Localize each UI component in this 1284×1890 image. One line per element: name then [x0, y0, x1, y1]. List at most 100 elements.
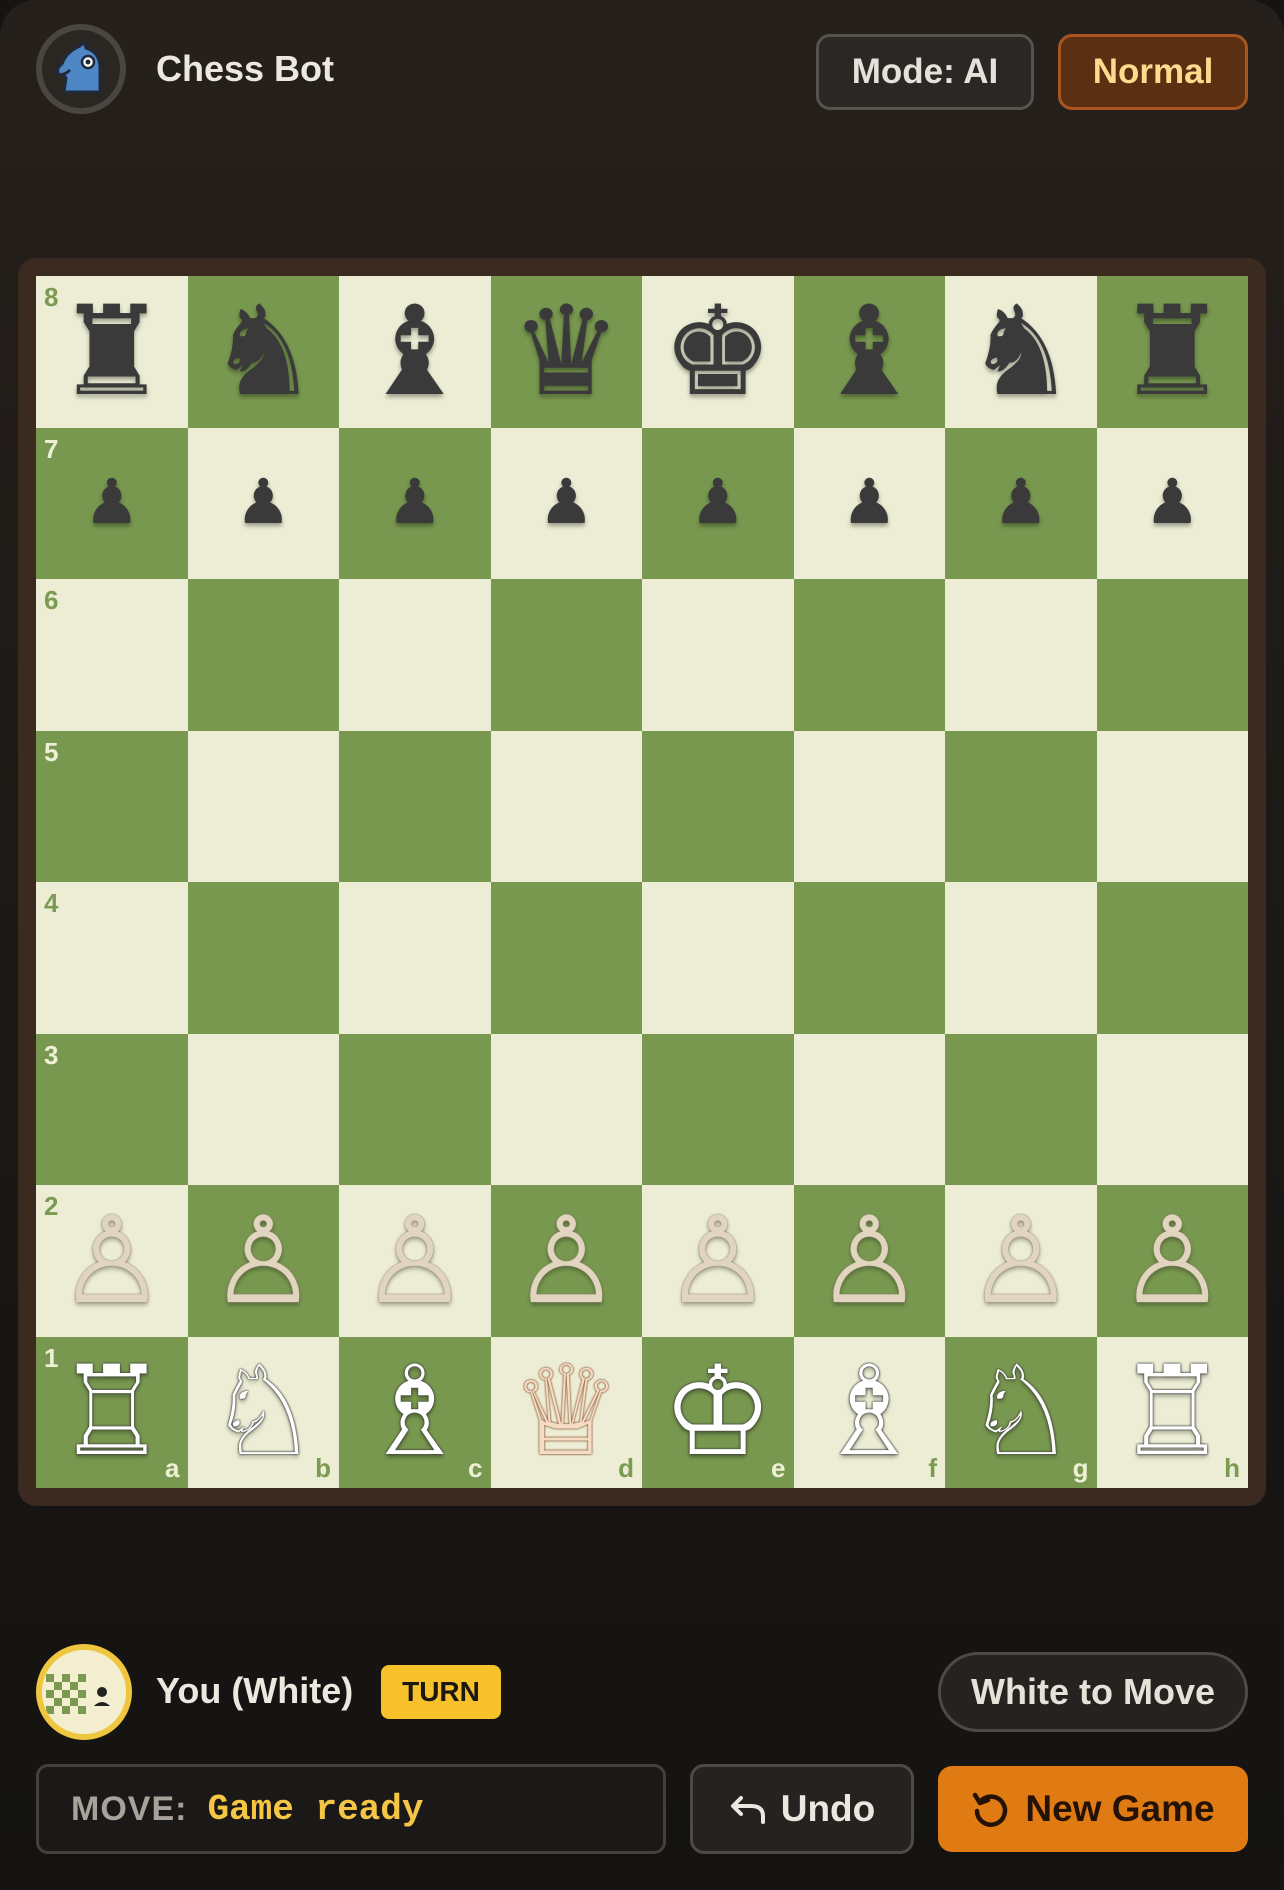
square-h1[interactable]: h ♖	[1096, 1336, 1248, 1488]
square-b6[interactable]	[187, 579, 339, 731]
square-b7[interactable]: ♟	[187, 427, 339, 579]
white-queen[interactable]: ♕	[511, 1350, 622, 1474]
black-pawn[interactable]: ♟	[841, 472, 897, 534]
square-e4[interactable]	[642, 882, 794, 1034]
square-e7[interactable]: ♟	[642, 427, 794, 579]
black-pawn[interactable]: ♟	[1144, 472, 1200, 534]
square-g8[interactable]: ♞	[945, 276, 1097, 428]
black-pawn[interactable]: ♟	[993, 472, 1049, 534]
square-b8[interactable]: ♞	[187, 276, 339, 428]
square-h5[interactable]	[1096, 730, 1248, 882]
square-f2[interactable]: ♙	[793, 1185, 945, 1337]
square-g3[interactable]	[945, 1033, 1097, 1185]
square-f4[interactable]	[793, 882, 945, 1034]
square-e1[interactable]: e ♔	[642, 1336, 794, 1488]
square-e3[interactable]	[642, 1033, 794, 1185]
square-d5[interactable]	[490, 730, 642, 882]
square-a4[interactable]: 4	[36, 882, 188, 1034]
square-f3[interactable]	[793, 1033, 945, 1185]
black-knight[interactable]: ♞	[208, 290, 319, 414]
square-h6[interactable]	[1096, 579, 1248, 731]
black-rook[interactable]: ♜	[56, 290, 167, 414]
square-a2[interactable]: 2 ♙	[36, 1185, 188, 1337]
square-g6[interactable]	[945, 579, 1097, 731]
square-c5[interactable]	[339, 730, 491, 882]
black-pawn[interactable]: ♟	[235, 472, 291, 534]
white-king[interactable]: ♔	[662, 1350, 773, 1474]
square-h2[interactable]: ♙	[1096, 1185, 1248, 1337]
square-b3[interactable]	[187, 1033, 339, 1185]
square-a7[interactable]: 7 ♟	[36, 427, 188, 579]
square-h8[interactable]: ♜	[1096, 276, 1248, 428]
square-d8[interactable]: ♛	[490, 276, 642, 428]
square-c8[interactable]: ♝	[339, 276, 491, 428]
white-rook[interactable]: ♖	[56, 1350, 167, 1474]
square-c1[interactable]: c ♗	[339, 1336, 491, 1488]
square-c4[interactable]	[339, 882, 491, 1034]
black-king[interactable]: ♚	[662, 290, 773, 414]
new-game-button[interactable]: New Game	[938, 1766, 1248, 1852]
square-g1[interactable]: g ♘	[945, 1336, 1097, 1488]
square-h3[interactable]	[1096, 1033, 1248, 1185]
square-g4[interactable]	[945, 882, 1097, 1034]
square-g7[interactable]: ♟	[945, 427, 1097, 579]
black-pawn[interactable]: ♟	[84, 472, 140, 534]
square-b5[interactable]	[187, 730, 339, 882]
chess-board[interactable]: 8 ♜ ♞ ♝ ♛ ♚ ♝ ♞ ♜ 7 ♟ ♟ ♟ ♟ ♟ ♟ ♟ ♟ 6 5 4 3 2 ♙ ♙ ♙ ♙ ♙ ♙ ♙ ♙ 1 a ♖ b ♘ c ♗ d ♕…	[36, 276, 1248, 1488]
square-a8[interactable]: 8 ♜	[36, 276, 188, 428]
square-c3[interactable]	[339, 1033, 491, 1185]
white-pawn[interactable]: ♙	[815, 1201, 923, 1321]
square-b2[interactable]: ♙	[187, 1185, 339, 1337]
black-knight[interactable]: ♞	[965, 290, 1076, 414]
square-d4[interactable]	[490, 882, 642, 1034]
square-e8[interactable]: ♚	[642, 276, 794, 428]
white-knight[interactable]: ♘	[965, 1350, 1076, 1474]
square-a1[interactable]: 1 a ♖	[36, 1336, 188, 1488]
square-g2[interactable]: ♙	[945, 1185, 1097, 1337]
square-c6[interactable]	[339, 579, 491, 731]
black-bishop[interactable]: ♝	[814, 290, 925, 414]
square-h4[interactable]	[1096, 882, 1248, 1034]
white-pawn[interactable]: ♙	[967, 1201, 1075, 1321]
black-queen[interactable]: ♛	[511, 290, 622, 414]
square-d1[interactable]: d ♕	[490, 1336, 642, 1488]
square-f6[interactable]	[793, 579, 945, 731]
black-rook[interactable]: ♜	[1117, 290, 1228, 414]
white-pawn[interactable]: ♙	[512, 1201, 620, 1321]
square-g5[interactable]	[945, 730, 1097, 882]
white-pawn[interactable]: ♙	[209, 1201, 317, 1321]
square-d3[interactable]	[490, 1033, 642, 1185]
square-a6[interactable]: 6	[36, 579, 188, 731]
square-b4[interactable]	[187, 882, 339, 1034]
white-pawn[interactable]: ♙	[664, 1201, 772, 1321]
difficulty-button[interactable]: Normal	[1058, 34, 1248, 110]
square-a3[interactable]: 3	[36, 1033, 188, 1185]
square-d2[interactable]: ♙	[490, 1185, 642, 1337]
black-bishop[interactable]: ♝	[359, 290, 470, 414]
square-a5[interactable]: 5	[36, 730, 188, 882]
square-d6[interactable]	[490, 579, 642, 731]
square-c7[interactable]: ♟	[339, 427, 491, 579]
white-pawn[interactable]: ♙	[1118, 1201, 1226, 1321]
square-e6[interactable]	[642, 579, 794, 731]
black-pawn[interactable]: ♟	[538, 472, 594, 534]
white-pawn[interactable]: ♙	[58, 1201, 166, 1321]
square-e2[interactable]: ♙	[642, 1185, 794, 1337]
white-bishop[interactable]: ♗	[814, 1350, 925, 1474]
square-h7[interactable]: ♟	[1096, 427, 1248, 579]
undo-button[interactable]: Undo	[690, 1764, 914, 1854]
square-d7[interactable]: ♟	[490, 427, 642, 579]
square-e5[interactable]	[642, 730, 794, 882]
black-pawn[interactable]: ♟	[387, 472, 443, 534]
white-knight[interactable]: ♘	[208, 1350, 319, 1474]
white-pawn[interactable]: ♙	[361, 1201, 469, 1321]
square-f1[interactable]: f ♗	[793, 1336, 945, 1488]
square-b1[interactable]: b ♘	[187, 1336, 339, 1488]
square-f7[interactable]: ♟	[793, 427, 945, 579]
mode-button[interactable]: Mode: AI	[816, 34, 1034, 110]
square-f8[interactable]: ♝	[793, 276, 945, 428]
white-rook[interactable]: ♖	[1117, 1350, 1228, 1474]
square-f5[interactable]	[793, 730, 945, 882]
square-c2[interactable]: ♙	[339, 1185, 491, 1337]
black-pawn[interactable]: ♟	[690, 472, 746, 534]
